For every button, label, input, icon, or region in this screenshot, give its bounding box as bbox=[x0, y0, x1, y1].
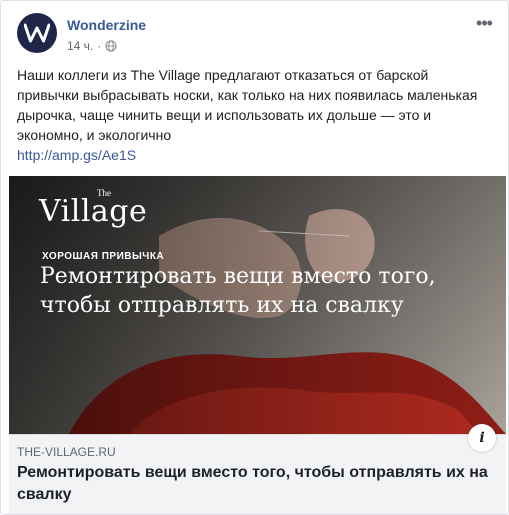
info-icon: i bbox=[479, 430, 485, 446]
preview-image[interactable]: The Village ХОРОШАЯ ПРИВЫЧКА Ремонтирова… bbox=[9, 176, 506, 434]
brand-logo: Village bbox=[39, 194, 148, 229]
post-meta: 14 ч. · bbox=[67, 39, 117, 53]
preview-title[interactable]: Ремонтировать вещи вместо того, чтобы от… bbox=[17, 462, 497, 506]
meta-separator: · bbox=[97, 39, 102, 53]
preview-caption[interactable]: THE-VILLAGE.RU Ремонтировать вещи вместо… bbox=[9, 434, 506, 514]
post-header: Wonderzine 14 ч. · ••• bbox=[17, 13, 494, 57]
page-name[interactable]: Wonderzine bbox=[67, 17, 146, 33]
avatar[interactable] bbox=[17, 13, 57, 53]
globe-icon[interactable] bbox=[105, 40, 117, 52]
post-text: Наши коллеги из The Village предлагают о… bbox=[17, 67, 478, 143]
info-button[interactable]: i bbox=[468, 424, 496, 452]
link-preview[interactable]: The Village ХОРОШАЯ ПРИВЫЧКА Ремонтирова… bbox=[9, 176, 506, 514]
more-options-button[interactable]: ••• bbox=[474, 13, 494, 33]
feed-post: Wonderzine 14 ч. · ••• Наши коллеги из T… bbox=[0, 0, 509, 515]
post-link[interactable]: http://amp.gs/Ae1S bbox=[17, 147, 136, 163]
image-title: Ремонтировать вещи вместо того, чтобы от… bbox=[40, 264, 436, 318]
image-tag: ХОРОШАЯ ПРИВЫЧКА bbox=[42, 251, 165, 262]
more-icon: ••• bbox=[476, 13, 493, 33]
preview-domain: THE-VILLAGE.RU bbox=[17, 445, 116, 459]
timestamp[interactable]: 14 ч. bbox=[67, 39, 93, 53]
wonderzine-logo-icon bbox=[24, 23, 50, 43]
